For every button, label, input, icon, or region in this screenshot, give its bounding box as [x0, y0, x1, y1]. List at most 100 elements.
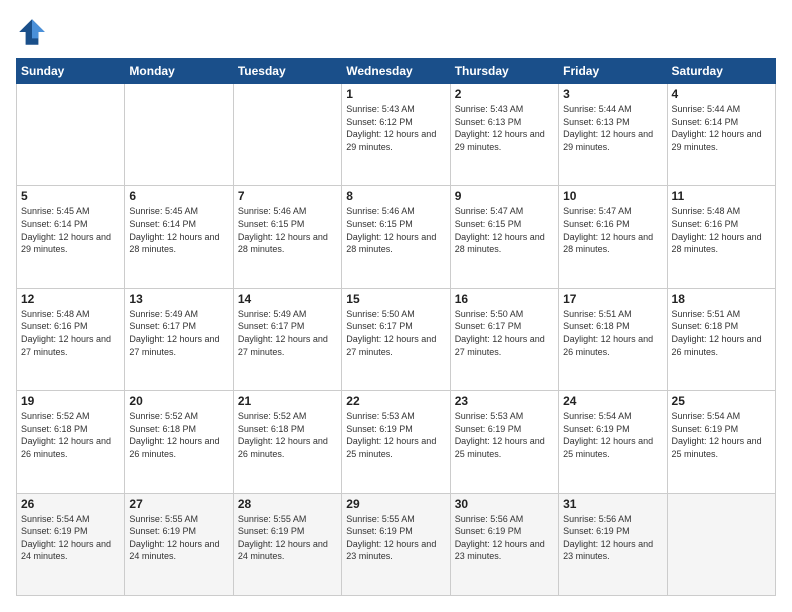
page: SundayMondayTuesdayWednesdayThursdayFrid… — [0, 0, 792, 612]
day-info: Sunrise: 5:55 AM Sunset: 6:19 PM Dayligh… — [238, 513, 337, 563]
day-info: Sunrise: 5:53 AM Sunset: 6:19 PM Dayligh… — [455, 410, 554, 460]
day-number: 20 — [129, 394, 228, 408]
calendar-cell: 11 Sunrise: 5:48 AM Sunset: 6:16 PM Dayli… — [667, 186, 775, 288]
header — [16, 16, 776, 48]
day-info: Sunrise: 5:43 AM Sunset: 6:12 PM Dayligh… — [346, 103, 445, 153]
calendar-cell: 10 Sunrise: 5:47 AM Sunset: 6:16 PM Dayli… — [559, 186, 667, 288]
calendar-cell: 15 Sunrise: 5:50 AM Sunset: 6:17 PM Dayli… — [342, 288, 450, 390]
calendar-cell: 16 Sunrise: 5:50 AM Sunset: 6:17 PM Dayli… — [450, 288, 558, 390]
day-number: 28 — [238, 497, 337, 511]
day-number: 29 — [346, 497, 445, 511]
calendar-cell: 14 Sunrise: 5:49 AM Sunset: 6:17 PM Dayli… — [233, 288, 341, 390]
day-info: Sunrise: 5:49 AM Sunset: 6:17 PM Dayligh… — [129, 308, 228, 358]
calendar-cell: 30 Sunrise: 5:56 AM Sunset: 6:19 PM Dayli… — [450, 493, 558, 595]
calendar-week-row: 12 Sunrise: 5:48 AM Sunset: 6:16 PM Dayli… — [17, 288, 776, 390]
weekday-header-monday: Monday — [125, 59, 233, 84]
weekday-header-thursday: Thursday — [450, 59, 558, 84]
calendar-cell: 2 Sunrise: 5:43 AM Sunset: 6:13 PM Daylig… — [450, 84, 558, 186]
day-number: 21 — [238, 394, 337, 408]
calendar-cell — [17, 84, 125, 186]
day-number: 9 — [455, 189, 554, 203]
day-info: Sunrise: 5:52 AM Sunset: 6:18 PM Dayligh… — [129, 410, 228, 460]
weekday-header-sunday: Sunday — [17, 59, 125, 84]
day-info: Sunrise: 5:54 AM Sunset: 6:19 PM Dayligh… — [21, 513, 120, 563]
calendar-cell: 13 Sunrise: 5:49 AM Sunset: 6:17 PM Dayli… — [125, 288, 233, 390]
day-number: 8 — [346, 189, 445, 203]
calendar-cell: 26 Sunrise: 5:54 AM Sunset: 6:19 PM Dayli… — [17, 493, 125, 595]
calendar-cell: 1 Sunrise: 5:43 AM Sunset: 6:12 PM Daylig… — [342, 84, 450, 186]
day-number: 27 — [129, 497, 228, 511]
calendar-cell: 9Sunrise: 5:47 AM Sunset: 6:15 PM Daylig… — [450, 186, 558, 288]
day-info: Sunrise: 5:55 AM Sunset: 6:19 PM Dayligh… — [129, 513, 228, 563]
day-info: Sunrise: 5:47 AM Sunset: 6:16 PM Dayligh… — [563, 205, 662, 255]
day-number: 10 — [563, 189, 662, 203]
calendar-cell: 4Sunrise: 5:44 AM Sunset: 6:14 PM Daylig… — [667, 84, 775, 186]
day-number: 11 — [672, 189, 771, 203]
day-info: Sunrise: 5:48 AM Sunset: 6:16 PM Dayligh… — [21, 308, 120, 358]
calendar-week-row: 5Sunrise: 5:45 AM Sunset: 6:14 PM Daylig… — [17, 186, 776, 288]
day-info: Sunrise: 5:53 AM Sunset: 6:19 PM Dayligh… — [346, 410, 445, 460]
day-info: Sunrise: 5:52 AM Sunset: 6:18 PM Dayligh… — [21, 410, 120, 460]
day-info: Sunrise: 5:54 AM Sunset: 6:19 PM Dayligh… — [563, 410, 662, 460]
day-info: Sunrise: 5:50 AM Sunset: 6:17 PM Dayligh… — [455, 308, 554, 358]
weekday-header-saturday: Saturday — [667, 59, 775, 84]
weekday-header-friday: Friday — [559, 59, 667, 84]
day-number: 22 — [346, 394, 445, 408]
calendar-cell — [233, 84, 341, 186]
calendar-week-row: 19 Sunrise: 5:52 AM Sunset: 6:18 PM Dayli… — [17, 391, 776, 493]
day-info: Sunrise: 5:50 AM Sunset: 6:17 PM Dayligh… — [346, 308, 445, 358]
day-info: Sunrise: 5:51 AM Sunset: 6:18 PM Dayligh… — [563, 308, 662, 358]
calendar-cell: 31 Sunrise: 5:56 AM Sunset: 6:19 PM Dayli… — [559, 493, 667, 595]
calendar-week-row: 26 Sunrise: 5:54 AM Sunset: 6:19 PM Dayli… — [17, 493, 776, 595]
calendar-cell: 24 Sunrise: 5:54 AM Sunset: 6:19 PM Dayli… — [559, 391, 667, 493]
day-number: 31 — [563, 497, 662, 511]
day-number: 16 — [455, 292, 554, 306]
day-info: Sunrise: 5:48 AM Sunset: 6:16 PM Dayligh… — [672, 205, 771, 255]
day-number: 18 — [672, 292, 771, 306]
calendar-cell: 23 Sunrise: 5:53 AM Sunset: 6:19 PM Dayli… — [450, 391, 558, 493]
day-number: 5 — [21, 189, 120, 203]
day-info: Sunrise: 5:49 AM Sunset: 6:17 PM Dayligh… — [238, 308, 337, 358]
calendar-cell: 20 Sunrise: 5:52 AM Sunset: 6:18 PM Dayli… — [125, 391, 233, 493]
day-info: Sunrise: 5:56 AM Sunset: 6:19 PM Dayligh… — [563, 513, 662, 563]
calendar-cell: 8Sunrise: 5:46 AM Sunset: 6:15 PM Daylig… — [342, 186, 450, 288]
logo — [16, 16, 52, 48]
day-number: 25 — [672, 394, 771, 408]
day-number: 12 — [21, 292, 120, 306]
day-number: 4 — [672, 87, 771, 101]
calendar-cell: 18 Sunrise: 5:51 AM Sunset: 6:18 PM Dayli… — [667, 288, 775, 390]
calendar-table: SundayMondayTuesdayWednesdayThursdayFrid… — [16, 58, 776, 596]
day-number: 2 — [455, 87, 554, 101]
calendar-cell: 3Sunrise: 5:44 AM Sunset: 6:13 PM Daylig… — [559, 84, 667, 186]
day-info: Sunrise: 5:43 AM Sunset: 6:13 PM Dayligh… — [455, 103, 554, 153]
day-number: 30 — [455, 497, 554, 511]
calendar-week-row: 1 Sunrise: 5:43 AM Sunset: 6:12 PM Daylig… — [17, 84, 776, 186]
day-number: 24 — [563, 394, 662, 408]
calendar-cell: 12 Sunrise: 5:48 AM Sunset: 6:16 PM Dayli… — [17, 288, 125, 390]
calendar-cell: 28 Sunrise: 5:55 AM Sunset: 6:19 PM Dayli… — [233, 493, 341, 595]
calendar-cell: 19 Sunrise: 5:52 AM Sunset: 6:18 PM Dayli… — [17, 391, 125, 493]
day-number: 14 — [238, 292, 337, 306]
day-number: 17 — [563, 292, 662, 306]
day-number: 26 — [21, 497, 120, 511]
day-number: 1 — [346, 87, 445, 101]
weekday-header-tuesday: Tuesday — [233, 59, 341, 84]
day-info: Sunrise: 5:55 AM Sunset: 6:19 PM Dayligh… — [346, 513, 445, 563]
calendar-cell: 25 Sunrise: 5:54 AM Sunset: 6:19 PM Dayli… — [667, 391, 775, 493]
day-info: Sunrise: 5:46 AM Sunset: 6:15 PM Dayligh… — [238, 205, 337, 255]
day-number: 7 — [238, 189, 337, 203]
day-number: 19 — [21, 394, 120, 408]
day-info: Sunrise: 5:54 AM Sunset: 6:19 PM Dayligh… — [672, 410, 771, 460]
day-info: Sunrise: 5:56 AM Sunset: 6:19 PM Dayligh… — [455, 513, 554, 563]
day-info: Sunrise: 5:51 AM Sunset: 6:18 PM Dayligh… — [672, 308, 771, 358]
day-info: Sunrise: 5:44 AM Sunset: 6:13 PM Dayligh… — [563, 103, 662, 153]
calendar-cell: 5Sunrise: 5:45 AM Sunset: 6:14 PM Daylig… — [17, 186, 125, 288]
logo-icon — [16, 16, 48, 48]
calendar-cell: 22 Sunrise: 5:53 AM Sunset: 6:19 PM Dayli… — [342, 391, 450, 493]
calendar-cell — [125, 84, 233, 186]
day-number: 13 — [129, 292, 228, 306]
day-number: 15 — [346, 292, 445, 306]
calendar-cell: 7 Sunrise: 5:46 AM Sunset: 6:15 PM Daylig… — [233, 186, 341, 288]
day-number: 23 — [455, 394, 554, 408]
calendar-cell: 17 Sunrise: 5:51 AM Sunset: 6:18 PM Dayli… — [559, 288, 667, 390]
